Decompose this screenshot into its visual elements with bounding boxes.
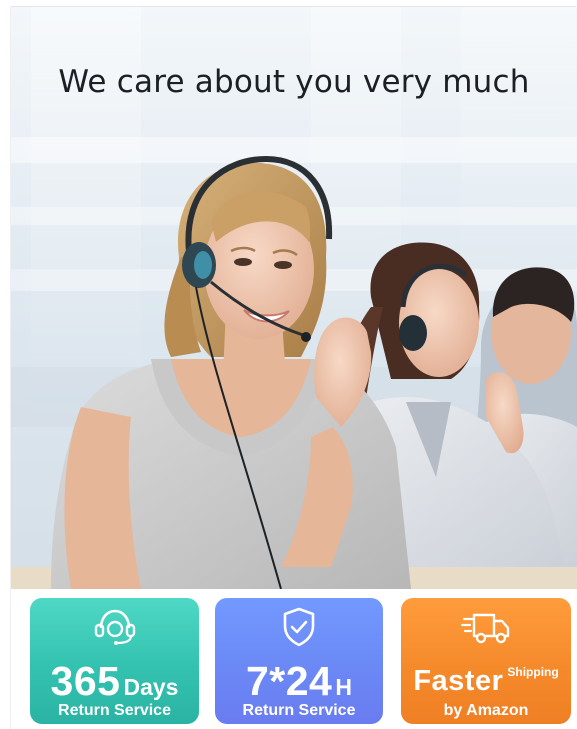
delivery-truck-icon [460,613,510,644]
feature-title: Faster Shipping [401,658,571,704]
feature-unit: Days [123,674,179,700]
feature-number: 7*24 [246,658,333,704]
feature-unit: Shipping [507,665,559,679]
feature-subtitle: by Amazon [443,702,529,719]
feature-subtitle: Return Service [242,702,356,719]
feature-subtitle: Return Service [58,702,171,719]
feature-card-7-24: 7*24 H Return Service [215,598,383,724]
feature-card-faster-shipping: Faster Shipping by Amazon [401,598,571,724]
feature-card-365-days: 365 Days Return Service [30,598,199,724]
feature-number: Faster [413,665,504,697]
feature-cards: 365 Days Return Service 7*24 H Return Se… [0,598,577,728]
product-image-panel: We care about you very much 365 Days Ret… [0,0,577,729]
feature-number: 365 [50,658,121,704]
shield-check-icon [283,607,315,647]
headline: We care about you very much [58,64,530,100]
feature-title: 365 Days [30,658,199,704]
feature-unit: H [335,674,352,700]
customer-service-photo: We care about you very much [11,7,577,589]
headset-support-icon [94,609,135,645]
feature-title: 7*24 H [215,658,383,704]
